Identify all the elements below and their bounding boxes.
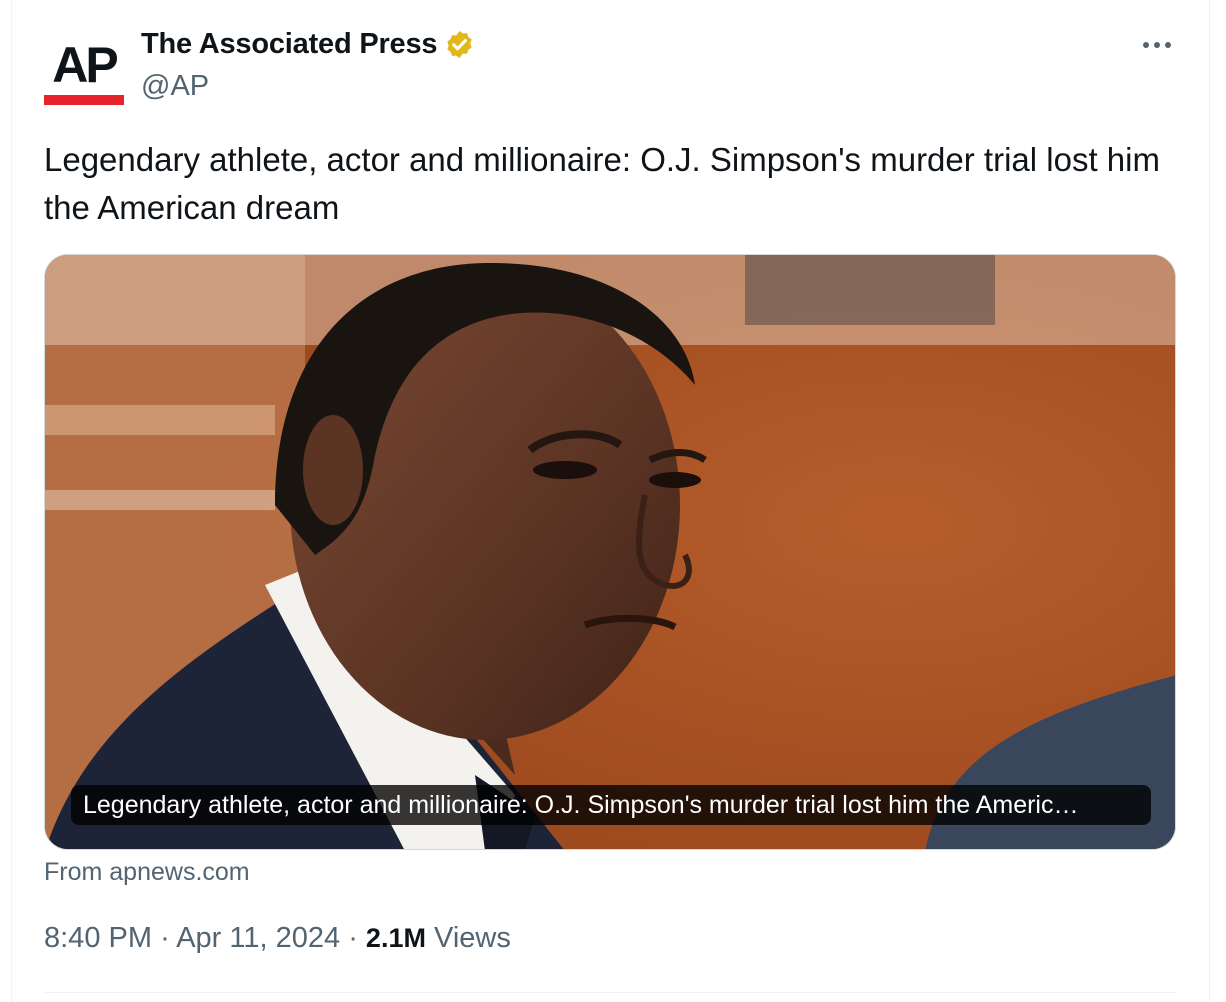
author-handle[interactable]: @AP bbox=[141, 70, 209, 103]
card-source-link[interactable]: From apnews.com bbox=[44, 858, 250, 887]
divider bbox=[44, 992, 1176, 993]
card-caption: Legendary athlete, actor and millionaire… bbox=[71, 785, 1151, 825]
more-options-icon[interactable] bbox=[1136, 30, 1178, 60]
meta-separator: · bbox=[348, 922, 358, 954]
author-name[interactable]: The Associated Press bbox=[141, 28, 475, 61]
verified-badge-icon[interactable] bbox=[444, 29, 475, 60]
tweet-detail: AP The Associated Press @AP Legendary at… bbox=[0, 0, 1226, 1002]
column-border-right bbox=[1209, 0, 1210, 1002]
meta-separator: · bbox=[160, 922, 170, 954]
views-count: 2.1M bbox=[365, 923, 426, 953]
author-name-text: The Associated Press bbox=[141, 28, 438, 60]
avatar[interactable]: AP bbox=[44, 26, 124, 106]
tweet-text: Legendary athlete, actor and millionaire… bbox=[44, 141, 1160, 226]
ap-logo-text: AP bbox=[52, 37, 117, 93]
column-border-left bbox=[11, 0, 12, 1002]
card-photo bbox=[45, 255, 1175, 849]
tweet-time[interactable]: 8:40 PM bbox=[44, 922, 152, 954]
link-card[interactable]: Legendary athlete, actor and millionaire… bbox=[44, 254, 1176, 850]
tweet-date[interactable]: Apr 11, 2024 bbox=[176, 922, 340, 954]
ap-logo-icon: AP bbox=[44, 26, 124, 106]
views-label: Views bbox=[434, 922, 511, 954]
tweet-meta: 8:40 PM · Apr 11, 2024 · 2.1M Views bbox=[44, 922, 511, 955]
